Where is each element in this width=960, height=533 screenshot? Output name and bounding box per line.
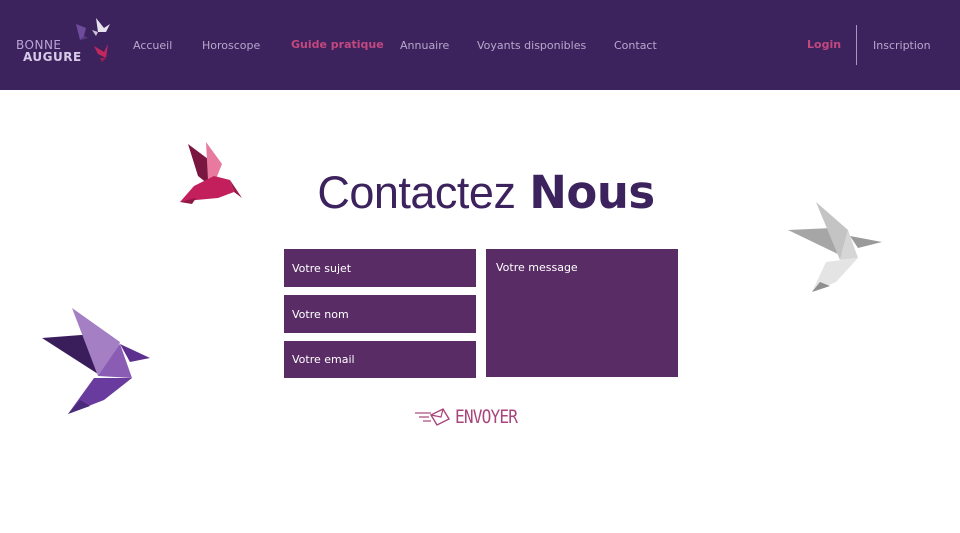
name-input[interactable] (284, 295, 476, 333)
page: BONNE AUGURE Accueil Horoscope Guide pra… (0, 0, 960, 533)
page-title-bold: Nous (529, 166, 655, 219)
subject-input[interactable] (284, 249, 476, 287)
nav-divider (856, 25, 857, 65)
nav-item-horoscope[interactable]: Horoscope (202, 39, 260, 52)
top-navbar: BONNE AUGURE Accueil Horoscope Guide pra… (0, 0, 960, 90)
brand-name-line2: AUGURE (23, 50, 82, 64)
nav-item-accueil[interactable]: Accueil (133, 39, 172, 52)
nav-item-guide-pratique[interactable]: Guide pratique (291, 38, 384, 51)
nav-item-annuaire[interactable]: Annuaire (400, 39, 449, 52)
send-button-label: ENVOYER (455, 406, 518, 428)
nav-item-contact[interactable]: Contact (614, 39, 657, 52)
login-link[interactable]: Login (807, 38, 841, 51)
signup-link[interactable]: Inscription (873, 39, 931, 52)
nav-item-voyants-disponibles[interactable]: Voyants disponibles (477, 39, 586, 52)
brand-logo[interactable]: BONNE AUGURE (14, 14, 114, 70)
page-title: Contactez Nous (0, 166, 960, 219)
page-title-light: Contactez (317, 167, 516, 218)
email-input[interactable] (284, 341, 476, 378)
send-button[interactable]: ENVOYER (413, 404, 528, 430)
message-textarea[interactable] (486, 249, 678, 377)
origami-bird-purple-icon (42, 308, 150, 414)
send-envelope-icon (415, 408, 450, 426)
